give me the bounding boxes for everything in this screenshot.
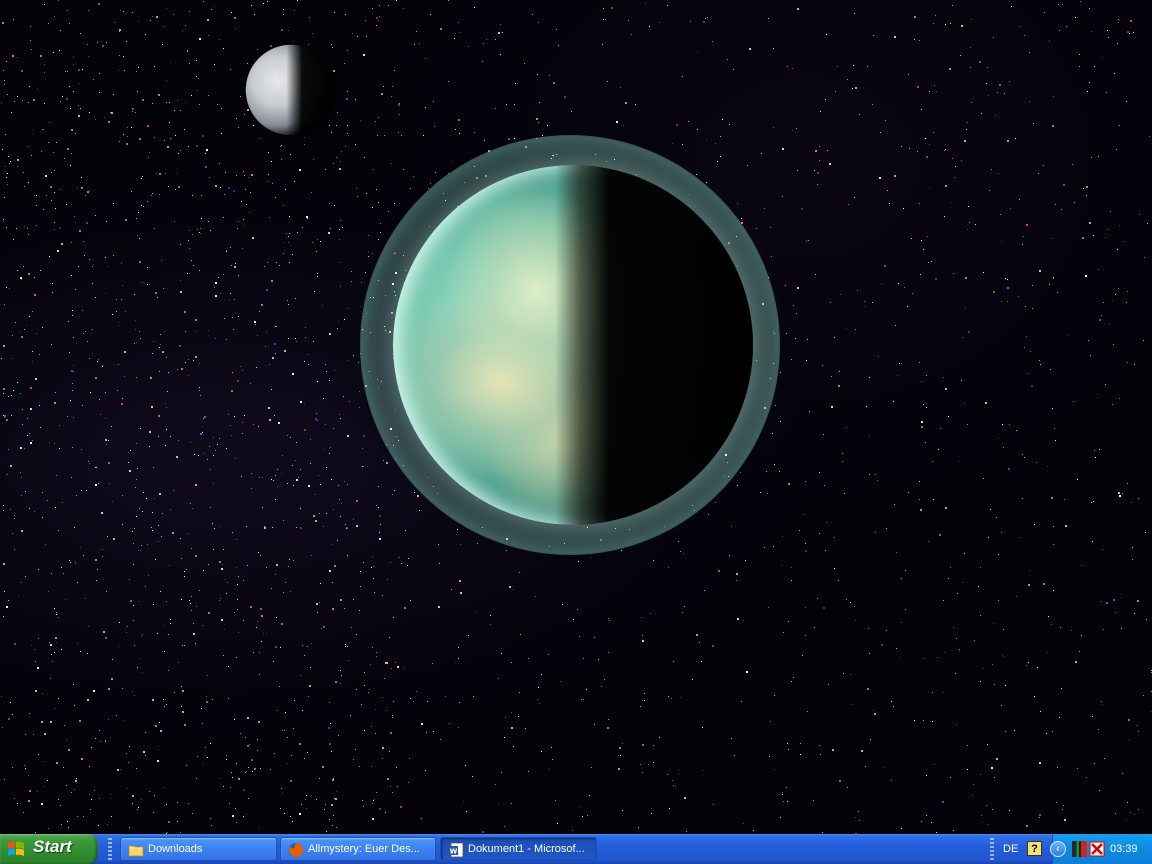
- taskbar: Start Downloads Allmystery: Euer Des... …: [0, 834, 1152, 864]
- security-shield-icon[interactable]: [1089, 841, 1105, 857]
- taskbar-grip[interactable]: [108, 838, 112, 860]
- task-downloads[interactable]: Downloads: [120, 837, 277, 861]
- svg-text:W: W: [450, 848, 458, 856]
- clock[interactable]: 03:39: [1110, 843, 1138, 855]
- help-icon[interactable]: ?: [1027, 841, 1042, 856]
- network-monitor-icon[interactable]: [1072, 841, 1087, 857]
- desktop: [0, 0, 1152, 834]
- start-button[interactable]: Start: [0, 834, 98, 864]
- task-allmystery[interactable]: Allmystery: Euer Des...: [280, 837, 436, 861]
- task-label: Downloads: [148, 843, 203, 855]
- task-label: Allmystery: Euer Des...: [308, 843, 420, 855]
- task-label: Dokument1 - Microsof...: [468, 843, 585, 855]
- task-dokument1[interactable]: W Dokument1 - Microsof...: [440, 837, 597, 861]
- taskbar-grip[interactable]: [990, 838, 994, 860]
- start-label: Start: [33, 837, 72, 856]
- chevron-left-icon[interactable]: ‹: [1050, 841, 1066, 857]
- language-indicator[interactable]: DE: [1003, 843, 1018, 855]
- word-icon: W: [449, 842, 464, 858]
- windows-logo-icon: [8, 841, 24, 856]
- folder-icon: [128, 845, 144, 857]
- firefox-icon: [289, 843, 303, 857]
- moon-shadow: [245, 44, 337, 136]
- planet-shadow: [393, 165, 753, 525]
